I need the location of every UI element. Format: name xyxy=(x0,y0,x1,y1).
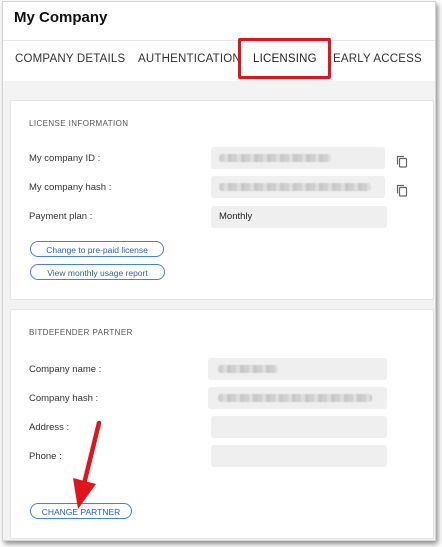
redacted-company-hash xyxy=(219,183,371,191)
tab-authentication[interactable]: AUTHENTICATION xyxy=(138,53,241,65)
company-hash-label: My company hash : xyxy=(29,182,112,193)
licensing-tab-highlight xyxy=(238,38,331,79)
partner-company-hash-field xyxy=(208,387,387,409)
redacted-company-name xyxy=(218,365,278,373)
phone-field xyxy=(211,445,387,467)
company-id-field xyxy=(211,147,385,169)
phone-label: Phone : xyxy=(29,451,62,462)
partner-company-hash-label: Company hash : xyxy=(29,393,99,404)
redacted-company-id xyxy=(219,154,331,162)
tab-early-access[interactable]: EARLY ACCESS xyxy=(333,53,422,65)
redacted-partner-hash xyxy=(218,394,372,402)
tab-company-details[interactable]: COMPANY DETAILS xyxy=(15,53,125,65)
tab-bar: COMPANY DETAILS AUTHENTICATION LICENSING… xyxy=(3,40,435,82)
view-usage-report-button[interactable]: View monthly usage report xyxy=(30,264,165,280)
address-field xyxy=(211,416,387,438)
change-to-prepaid-button[interactable]: Change to pre-paid license xyxy=(30,241,164,257)
company-hash-field xyxy=(211,176,385,198)
my-company-panel: My Company COMPANY DETAILS AUTHENTICATIO… xyxy=(2,1,436,541)
copy-icon[interactable] xyxy=(396,184,408,197)
page-title: My Company xyxy=(14,9,108,26)
company-id-label: My company ID : xyxy=(29,153,101,164)
red-arrow-annotation xyxy=(73,420,102,509)
company-name-field xyxy=(208,358,387,380)
bitdefender-partner-title: BITDEFENDER PARTNER xyxy=(29,328,133,337)
address-label: Address : xyxy=(29,422,70,433)
license-information-card: LICENSE INFORMATION My company ID : My c… xyxy=(10,100,434,300)
license-information-title: LICENSE INFORMATION xyxy=(29,119,129,128)
company-name-label: Company name : xyxy=(29,364,102,375)
payment-plan-label: Payment plan : xyxy=(29,211,93,222)
payment-plan-field: Monthly xyxy=(211,206,387,228)
copy-icon[interactable] xyxy=(396,155,408,168)
